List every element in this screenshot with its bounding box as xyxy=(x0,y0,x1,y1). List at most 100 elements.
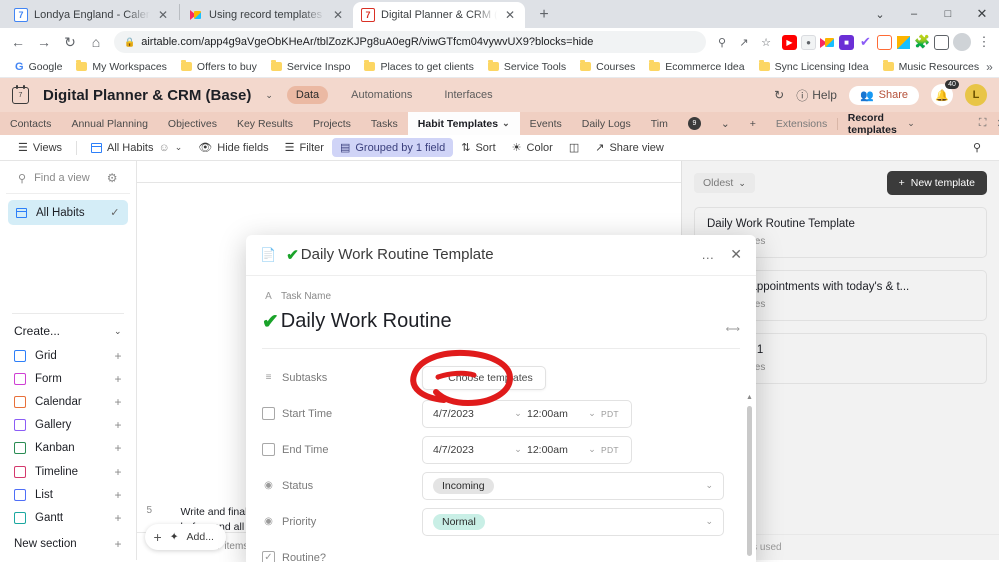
add-list-view-button[interactable]: + xyxy=(115,488,122,502)
choose-templates-button[interactable]: + Choose templates xyxy=(422,365,546,390)
row-height-button[interactable]: ◫ xyxy=(561,138,587,157)
sidebar-item-all-habits[interactable]: All Habits ✓ xyxy=(8,200,128,225)
priority-select[interactable]: Normal ⌄ xyxy=(422,507,724,536)
sort-dropdown[interactable]: Oldest ⌄ xyxy=(694,173,755,193)
airtable-icon[interactable] xyxy=(820,35,835,50)
group-button[interactable]: ▤ Grouped by 1 field xyxy=(331,138,454,157)
add-table-button[interactable]: + xyxy=(740,112,766,135)
bookmark-star-icon[interactable]: ☆ xyxy=(756,36,776,49)
table-tabs-overflow-badge[interactable]: 9 xyxy=(678,112,711,135)
chrome-menu-icon[interactable]: ⋮ xyxy=(975,34,993,50)
table-tab-projects[interactable]: Projects xyxy=(303,112,361,135)
chevron-down-icon[interactable]: ⌄ xyxy=(583,444,601,455)
table-tab-events[interactable]: Events xyxy=(520,112,572,135)
blue-note-icon[interactable] xyxy=(896,34,911,50)
add-section-button[interactable]: + xyxy=(115,537,122,551)
bookmark-ecommerce-idea[interactable]: Ecommerce Idea xyxy=(642,60,751,73)
sidebar-item-list[interactable]: List + xyxy=(0,483,136,506)
close-icon[interactable]: ✕ xyxy=(503,8,517,22)
create-section-header[interactable]: Create... ⌄ xyxy=(0,314,136,344)
table-tab-annual-planning[interactable]: Annual Planning xyxy=(61,112,157,135)
minimize-button[interactable]: – xyxy=(897,0,931,28)
close-icon[interactable]: ✕ xyxy=(730,246,742,263)
add-calendar-view-button[interactable]: + xyxy=(115,395,122,409)
table-tab-daily-logs[interactable]: Daily Logs xyxy=(572,112,641,135)
chevron-down-icon[interactable]: ⌄ xyxy=(907,118,915,129)
color-button[interactable]: ☀ Color xyxy=(504,138,561,157)
tab-interfaces[interactable]: Interfaces xyxy=(435,86,501,104)
bookmark-my-workspaces[interactable]: My Workspaces xyxy=(69,60,174,73)
orange-grid-icon[interactable] xyxy=(877,34,892,50)
share-button[interactable]: 👥 Share xyxy=(848,85,919,105)
expand-icon[interactable]: ⛶ xyxy=(979,117,987,130)
bookmark-courses[interactable]: Courses xyxy=(573,60,642,73)
browser-tab-2[interactable]: 7 Digital Planner & CRM (Base): Ha ✕ xyxy=(353,2,525,28)
new-section-button[interactable]: New section + xyxy=(0,530,136,558)
chevron-down-icon[interactable]: ⌄ xyxy=(502,118,510,129)
add-timeline-view-button[interactable]: + xyxy=(115,465,122,479)
share-icon[interactable]: ↗ xyxy=(734,36,754,49)
bookmark-service-inspo[interactable]: Service Inspo xyxy=(264,60,358,73)
sort-button[interactable]: ⇅ Sort xyxy=(453,138,503,157)
hide-fields-button[interactable]: 👁 Hide fields xyxy=(190,138,276,157)
address-bar[interactable]: 🔒 airtable.com/app4g9aVgeObKHeAr/tblZozK… xyxy=(114,31,706,53)
table-tabs-chevron[interactable]: ⌄ xyxy=(711,112,740,135)
expand-record-icon[interactable]: ⟷ xyxy=(726,324,740,335)
tab-record-templates[interactable]: Record templates xyxy=(848,112,897,136)
forward-icon[interactable]: → xyxy=(32,30,56,54)
sidebar-item-timeline[interactable]: Timeline + xyxy=(0,460,136,483)
modal-scrollbar[interactable]: ▲ ▼ xyxy=(746,394,753,562)
chevron-down-icon[interactable]: ⌄ xyxy=(265,90,273,101)
current-view-button[interactable]: All Habits ☺ ⌄ xyxy=(83,139,190,157)
tab-extensions[interactable]: Extensions xyxy=(776,118,827,130)
chevron-down-icon[interactable]: ⌄ xyxy=(583,408,601,419)
chevron-down-icon[interactable]: ⌄ xyxy=(509,408,527,419)
scrollbar-thumb[interactable] xyxy=(747,405,752,556)
start-time-field[interactable]: 4/7/2023 ⌄ 12:00am ⌄ PDT xyxy=(422,399,632,428)
chevron-down-icon[interactable]: ⌄ xyxy=(705,516,713,527)
views-button[interactable]: ☰ Views xyxy=(10,138,70,157)
bookmark-sync-licensing-idea[interactable]: Sync Licensing Idea xyxy=(752,60,876,73)
scroll-up-icon[interactable]: ▲ xyxy=(746,394,753,401)
table-tab-key-results[interactable]: Key Results xyxy=(227,112,303,135)
notifications-button[interactable]: 🔔 40 xyxy=(931,80,959,106)
avatar[interactable]: L xyxy=(965,84,987,106)
filter-button[interactable]: ☰ Filter xyxy=(277,138,332,157)
new-tab-button[interactable]: + xyxy=(531,2,557,28)
home-icon[interactable]: ⌂ xyxy=(84,30,108,54)
end-date-value[interactable]: 4/7/2023 xyxy=(423,444,509,456)
sidebar-item-gallery[interactable]: Gallery + xyxy=(0,414,136,437)
sidebar-item-calendar[interactable]: Calendar + xyxy=(0,390,136,413)
help-button[interactable]: ⓘ Help xyxy=(796,87,837,104)
search-icon[interactable]: ⚲ xyxy=(712,36,732,49)
bookmark-offers-to-buy[interactable]: Offers to buy xyxy=(174,60,264,73)
close-icon[interactable]: ✕ xyxy=(331,8,345,22)
sidebar-item-kanban[interactable]: Kanban + xyxy=(0,437,136,460)
add-row-button[interactable]: + ✦ Add... xyxy=(144,524,226,550)
history-icon[interactable]: ↻ xyxy=(774,88,784,102)
add-form-view-button[interactable]: + xyxy=(115,372,122,386)
browser-tab-1[interactable]: Using record templates in Airtabl ✕ xyxy=(181,2,353,28)
table-tab-tim[interactable]: Tim xyxy=(641,112,678,135)
add-gallery-view-button[interactable]: + xyxy=(115,418,122,432)
bookmark-places-to-get-clients[interactable]: Places to get clients xyxy=(357,60,480,73)
back-icon[interactable]: ← xyxy=(6,30,30,54)
find-view-field[interactable]: ⚲ Find a view ⚙ xyxy=(6,167,130,194)
add-gantt-view-button[interactable]: + xyxy=(115,511,122,525)
maximize-button[interactable]: □ xyxy=(931,0,965,28)
end-time-value[interactable]: 12:00am xyxy=(527,444,583,456)
search-button[interactable]: ⚲ xyxy=(965,138,989,157)
sidebar-item-gantt[interactable]: Gantt + xyxy=(0,506,136,529)
status-select[interactable]: Incoming ⌄ xyxy=(422,471,724,500)
table-tab-tasks[interactable]: Tasks xyxy=(361,112,408,135)
bookmark-music-resources[interactable]: Music Resources xyxy=(876,60,987,73)
youtube-icon[interactable]: ▶ xyxy=(782,34,797,50)
camera-icon[interactable]: ● xyxy=(801,34,816,50)
primary-field-value[interactable]: ✔ Daily Work Routine xyxy=(262,309,740,334)
start-time-value[interactable]: 12:00am xyxy=(527,408,583,420)
tab-data[interactable]: Data xyxy=(286,86,329,104)
bookmark-service-tools[interactable]: Service Tools xyxy=(481,60,573,73)
sidebar-item-grid[interactable]: Grid + xyxy=(0,344,136,367)
gear-icon[interactable]: ⚙ xyxy=(107,171,118,185)
share-view-button[interactable]: ↗ Share view xyxy=(587,138,672,157)
